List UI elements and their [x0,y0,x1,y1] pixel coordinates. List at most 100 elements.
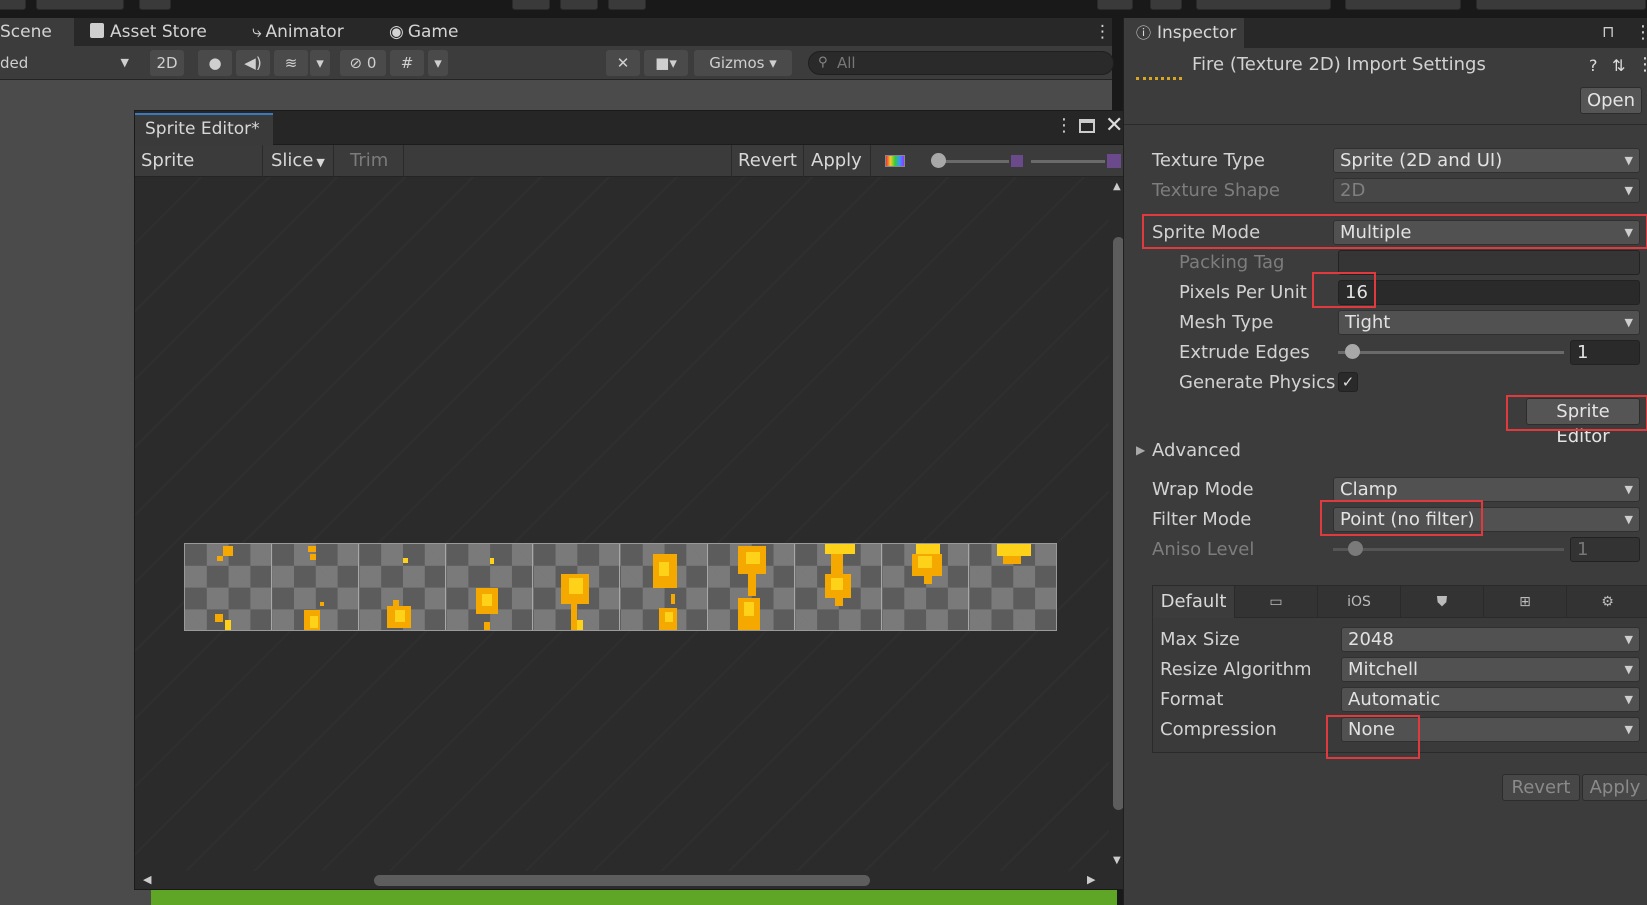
gizmos-dropdown[interactable]: Gizmos ▾ [694,50,792,76]
tab-webgl[interactable]: ⛊ [1401,586,1484,618]
texture-type-dropdown[interactable]: Sprite (2D and UI) ▼ [1333,148,1640,173]
layers-dropdown[interactable] [1345,0,1461,10]
tools-icon[interactable]: ✕ [606,50,640,76]
grid-icon[interactable]: # [390,50,424,76]
apply-button[interactable]: Apply [1582,774,1647,801]
cloud-icon[interactable] [1097,0,1133,10]
scroll-down-icon[interactable]: ▼ [1113,855,1121,866]
layout-dropdown[interactable] [1476,0,1646,10]
collab-button[interactable] [36,0,124,10]
pixels-per-unit-input[interactable]: 16 [1338,280,1640,305]
lock-icon[interactable]: ⊓ [1602,22,1614,41]
tab-menu-icon[interactable]: ⋮ [1094,18,1111,46]
mip-slider-track[interactable] [1031,160,1105,163]
aniso-level-slider[interactable] [1333,548,1564,551]
apply-button[interactable]: Apply [805,145,871,177]
generate-physics-checkbox[interactable]: ✓ [1338,372,1358,392]
sprite-frame[interactable] [446,544,534,630]
mip-small-icon [1011,155,1023,167]
camera-icon[interactable]: ■▾ [644,50,688,76]
sprite-frame[interactable] [969,544,1056,630]
maximize-icon[interactable] [1079,119,1095,133]
trim-button[interactable]: Trim [336,145,404,177]
revert-button[interactable]: Revert [1502,774,1580,801]
sprite-frame[interactable] [795,544,882,630]
packing-tag-input[interactable] [1338,250,1640,275]
account-dropdown[interactable] [1196,0,1331,10]
expand-arrow-icon[interactable]: ▶ [1136,443,1145,457]
play-button[interactable] [512,0,550,10]
scene-search-input[interactable]: ⚲ All [808,51,1114,75]
menu-icon[interactable]: ⋮ [1634,22,1647,43]
tab-inspector[interactable]: ⓘ Inspector [1124,18,1244,48]
preset-icon[interactable]: ⇅ [1612,56,1625,75]
advanced-foldout[interactable]: Advanced [1152,440,1241,461]
sprite-frame[interactable] [359,544,447,630]
sprite-editor-tab[interactable]: Sprite Editor* [135,113,273,145]
step-button[interactable] [608,0,646,10]
mesh-type-dropdown[interactable]: Tight ▼ [1338,310,1640,335]
tab-animator[interactable]: ⤷ Animator [252,18,344,46]
sprite-frame[interactable] [533,544,621,630]
pause-button[interactable] [560,0,598,10]
aniso-level-knob[interactable] [1348,541,1363,556]
account-menu-fragment[interactable] [0,0,26,10]
tab-ios[interactable]: iOS [1318,586,1401,618]
services-icon[interactable] [1150,0,1182,10]
tab-standalone[interactable]: ▭ [1235,586,1318,618]
wrap-mode-dropdown[interactable]: Clamp ▼ [1333,477,1640,502]
sprite-sheet[interactable] [184,543,1057,631]
revert-button[interactable]: Revert [731,145,804,177]
aniso-level-input[interactable]: 1 [1570,537,1640,562]
sprite-editor-mode-dropdown[interactable]: Sprite Editor▼ [135,145,263,203]
tab-asset-store[interactable]: Asset Store [90,18,207,46]
help-icon[interactable]: ? [1589,56,1598,75]
open-button[interactable]: Open [1580,87,1642,114]
sprite-canvas[interactable] [135,177,1109,871]
zoom-slider-track[interactable] [939,160,1009,163]
hidden-objects-toggle[interactable]: ⊘ 0 [340,50,386,76]
extrude-edges-input[interactable]: 1 [1570,340,1640,365]
effects-icon[interactable]: ≋ [274,50,308,76]
sprite-frame[interactable] [185,544,273,630]
undo-history-button[interactable] [139,0,171,10]
tab-scene[interactable]: Scene [0,18,74,46]
scroll-right-icon[interactable]: ▶ [1087,873,1095,886]
filter-mode-label: Filter Mode [1152,509,1252,530]
extrude-edges-slider[interactable] [1338,351,1564,354]
toggle-2d-button[interactable]: 2D [150,50,184,76]
menu-icon[interactable]: ⋮ [1636,54,1647,75]
extrude-edges-knob[interactable] [1345,344,1360,359]
effects-dropdown-icon[interactable]: ▾ [310,50,330,76]
sprite-frame[interactable] [882,544,969,630]
color-channel-icon[interactable] [885,155,905,167]
lighting-icon[interactable]: ● [198,50,232,76]
menu-icon[interactable]: ⋮ [1055,115,1073,136]
sprite-frame[interactable] [272,544,360,630]
texture-shape-dropdown[interactable]: 2D ▼ [1333,178,1640,203]
chevron-down-icon: ▼ [1624,633,1633,646]
audio-icon[interactable]: ◀) [236,50,270,76]
chevron-down-icon: ▼ [1624,483,1633,496]
sprite-frame[interactable] [708,544,795,630]
tab-android[interactable]: ⚙ [1567,586,1647,618]
highlight-box [1506,395,1647,431]
max-size-dropdown[interactable]: 2048 ▼ [1341,627,1640,652]
tab-default[interactable]: Default [1153,586,1235,618]
close-icon[interactable]: ✕ [1105,113,1123,138]
scroll-left-icon[interactable]: ◀ [143,873,151,886]
sprite-frame[interactable] [621,544,708,630]
draw-mode-dropdown[interactable]: ded ▼ [0,50,133,76]
horizontal-scroll-thumb[interactable] [374,875,870,886]
resize-algorithm-label: Resize Algorithm [1160,659,1312,680]
slice-dropdown[interactable]: Slice ▼ [265,145,334,177]
scroll-up-icon[interactable]: ▲ [1113,181,1121,192]
chevron-down-icon: ▼ [1624,513,1633,526]
tab-windows-store[interactable]: ⊞ [1484,586,1567,618]
format-dropdown[interactable]: Automatic ▼ [1341,687,1640,712]
mesh-type-label: Mesh Type [1179,312,1274,333]
zoom-slider-knob[interactable] [931,153,946,168]
tab-game[interactable]: ◉ Game [389,18,458,46]
resize-algorithm-dropdown[interactable]: Mitchell ▼ [1341,657,1640,682]
grid-dropdown-icon[interactable]: ▾ [428,50,448,76]
